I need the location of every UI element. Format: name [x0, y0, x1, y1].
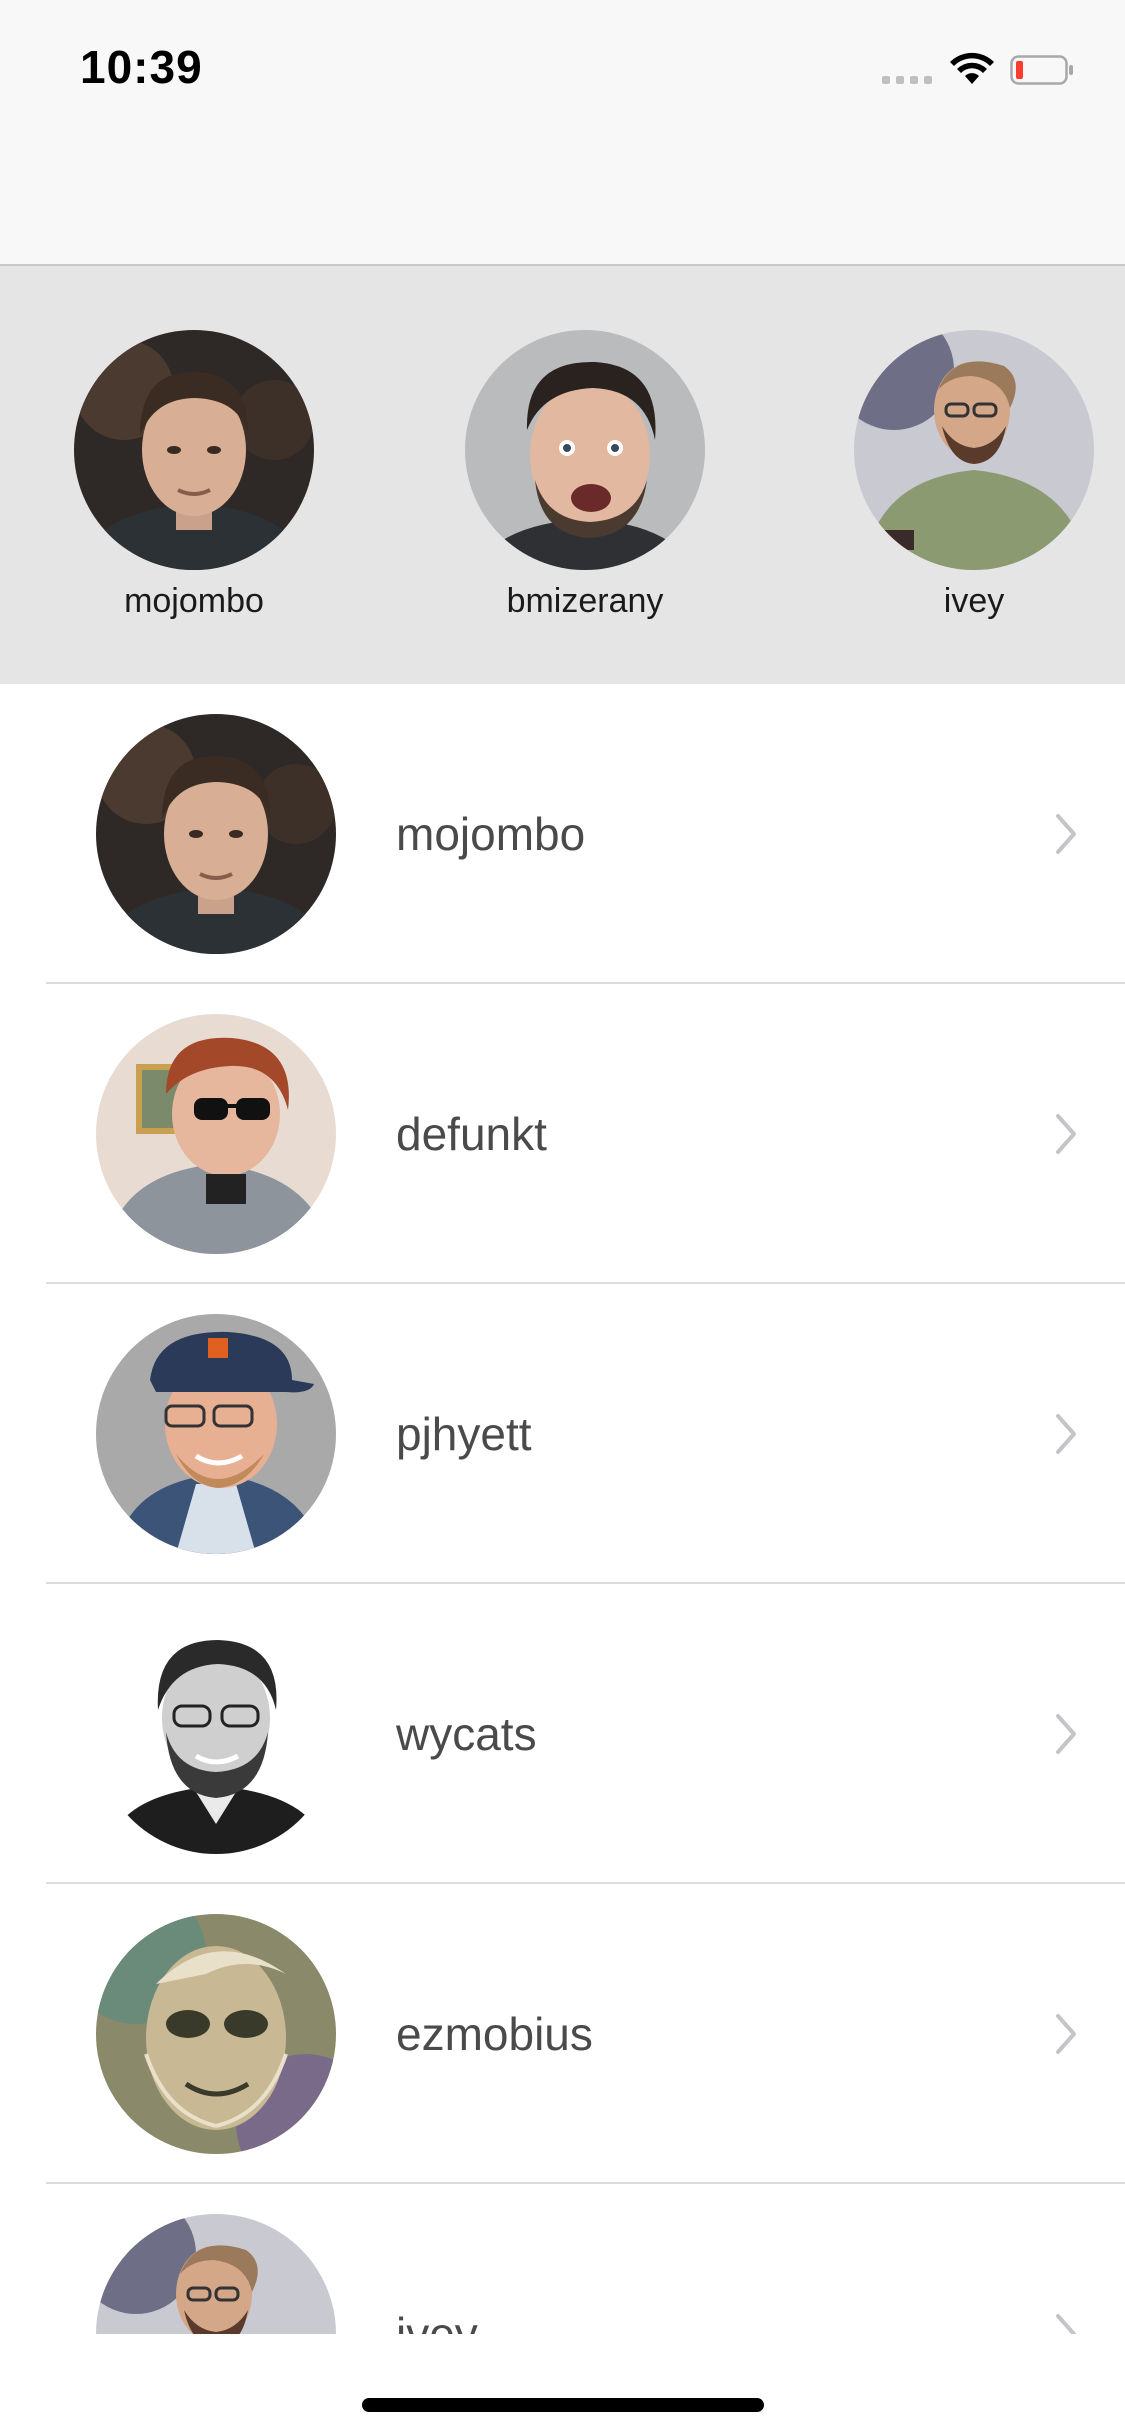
featured-user-item[interactable]: mojombo	[74, 330, 314, 621]
app-screen: 10:39 mojombo bmizerany ivey mojombo def…	[0, 0, 1125, 2436]
user-login: mojombo	[396, 808, 586, 860]
featured-users-strip[interactable]: mojombo bmizerany ivey	[0, 266, 1125, 684]
avatar-wycats	[96, 1614, 336, 1854]
featured-user-login: ivey	[943, 582, 1005, 620]
navigation-bar: 10:39	[0, 0, 1125, 266]
featured-user-login: bmizerany	[506, 582, 664, 620]
battery-low-icon	[1010, 55, 1073, 85]
avatar-bmizerany	[465, 330, 705, 570]
avatar-defunkt	[96, 1014, 336, 1254]
user-login: wycats	[396, 1708, 537, 1760]
status-time: 10:39	[80, 41, 203, 93]
home-indicator-area	[0, 2334, 1125, 2436]
cellular-signal-icon	[882, 76, 932, 84]
chevron-right-icon	[1056, 2014, 1076, 2054]
avatar-mojombo	[74, 330, 314, 570]
users-list[interactable]: mojombo defunkt pjhyett wycats ezmobius	[0, 684, 1125, 2436]
featured-user-item[interactable]: ivey	[854, 330, 1094, 621]
chevron-right-icon	[1056, 1714, 1076, 1754]
wifi-icon	[950, 52, 994, 84]
chevron-right-icon	[1056, 814, 1076, 854]
home-indicator[interactable]	[362, 2398, 764, 2412]
chevron-right-icon	[1056, 1414, 1076, 1454]
avatar-ivey	[854, 330, 1094, 570]
user-row[interactable]: pjhyett	[0, 1284, 1125, 1584]
featured-user-item[interactable]: bmizerany	[465, 330, 705, 621]
user-login: ezmobius	[396, 2008, 593, 2060]
user-row[interactable]: ezmobius	[0, 1884, 1125, 2184]
user-row[interactable]: wycats	[0, 1584, 1125, 1884]
avatar-ezmobius	[96, 1914, 336, 2154]
user-login: pjhyett	[396, 1408, 532, 1460]
user-login: defunkt	[396, 1108, 547, 1160]
user-row[interactable]: defunkt	[0, 984, 1125, 1284]
user-row[interactable]: mojombo	[0, 684, 1125, 984]
avatar-mojombo	[96, 714, 336, 954]
chevron-right-icon	[1056, 1114, 1076, 1154]
featured-user-login: mojombo	[124, 582, 264, 620]
avatar-pjhyett	[96, 1314, 336, 1554]
